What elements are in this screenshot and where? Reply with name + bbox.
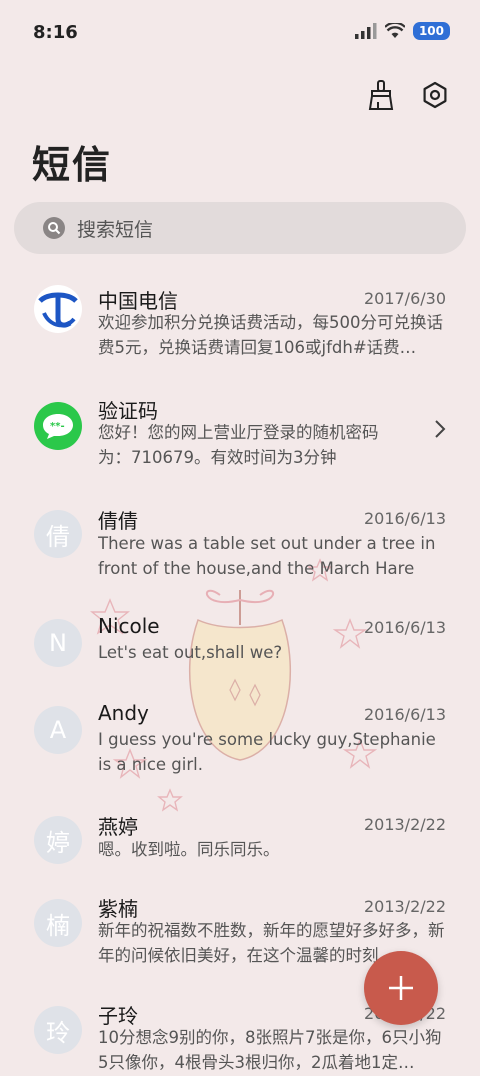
otp-avatar: **- xyxy=(34,402,82,450)
search-placeholder: 搜索短信 xyxy=(77,218,154,241)
contact-name: 倩倩 xyxy=(98,509,138,533)
contact-name: Andy xyxy=(98,701,149,725)
message-preview: 欢迎参加积分兑换话费活动，每500分可兑换话费5元，兑换话费请回复106或jfd… xyxy=(98,313,443,357)
avatar: 婷 xyxy=(34,816,82,864)
new-message-button[interactable] xyxy=(364,951,438,1025)
status-icons: 100 xyxy=(354,22,450,40)
conversation-item[interactable]: A Andy 2016/6/13 I guess you're some luc… xyxy=(0,685,480,793)
search-icon xyxy=(43,217,65,239)
message-date: 2016/6/13 xyxy=(363,705,446,724)
svg-text:**-: **- xyxy=(50,421,65,432)
message-preview: There was a table set out under a tree i… xyxy=(98,534,436,578)
contact-name: Nicole xyxy=(98,614,160,638)
broom-icon xyxy=(368,80,394,110)
message-date: 2013/2/22 xyxy=(363,897,446,916)
settings-icon xyxy=(423,81,447,109)
plus-icon xyxy=(389,976,413,1000)
conversation-item[interactable]: **- 验证码 您好！您的网上营业厅登录的随机密码为：710679。有效时间为3… xyxy=(0,377,480,489)
message-preview: 嗯。收到啦。同乐同乐。 xyxy=(98,840,280,859)
conversation-item[interactable]: 婷 燕婷 2013/2/22 嗯。收到啦。同乐同乐。 xyxy=(0,793,480,879)
status-bar: 8:16 100 xyxy=(0,0,480,68)
conversation-item[interactable]: 倩 倩倩 2016/6/13 There was a table set out… xyxy=(0,489,480,599)
battery-indicator: 100 xyxy=(412,22,450,40)
signal-icon xyxy=(354,23,377,39)
settings-button[interactable] xyxy=(418,78,452,112)
avatar: 倩 xyxy=(34,510,82,558)
message-date: 2016/6/13 xyxy=(363,618,446,637)
avatar: 楠 xyxy=(34,899,82,947)
status-time: 8:16 xyxy=(33,22,78,43)
avatar: A xyxy=(34,706,82,754)
message-preview: Let's eat out,shall we? xyxy=(98,643,283,662)
clean-button[interactable] xyxy=(364,78,398,112)
message-date: 2013/2/22 xyxy=(363,815,446,834)
message-preview: 您好！您的网上营业厅登录的随机密码为：710679。有效时间为3分钟 xyxy=(98,423,379,467)
conversation-item[interactable]: 中国电信 2017/6/30 欢迎参加积分兑换话费活动，每500分可兑换话费5元… xyxy=(0,270,480,377)
avatar: 玲 xyxy=(34,1006,82,1054)
chevron-right-icon xyxy=(435,420,446,438)
top-actions xyxy=(364,78,452,112)
page-title: 短信 xyxy=(32,143,113,187)
message-date: 2017/6/30 xyxy=(363,289,446,308)
telecom-logo xyxy=(34,285,82,333)
message-preview: 10分想念9别的你，8张照片7张是你，6只小狗5只像你，4根骨头3根归你，2瓜着… xyxy=(98,1028,442,1072)
wifi-icon xyxy=(384,23,405,38)
message-date: 2016/6/13 xyxy=(363,509,446,528)
contact-name: 燕婷 xyxy=(98,815,138,839)
avatar: N xyxy=(34,619,82,667)
search-input[interactable]: 搜索短信 xyxy=(14,202,466,254)
conversation-item[interactable]: N Nicole 2016/6/13 Let's eat out,shall w… xyxy=(0,599,480,685)
message-preview: I guess you're some lucky guy,Stephanie … xyxy=(98,730,436,774)
china-telecom-icon xyxy=(35,286,81,332)
message-bubble-icon: **- xyxy=(43,414,73,439)
